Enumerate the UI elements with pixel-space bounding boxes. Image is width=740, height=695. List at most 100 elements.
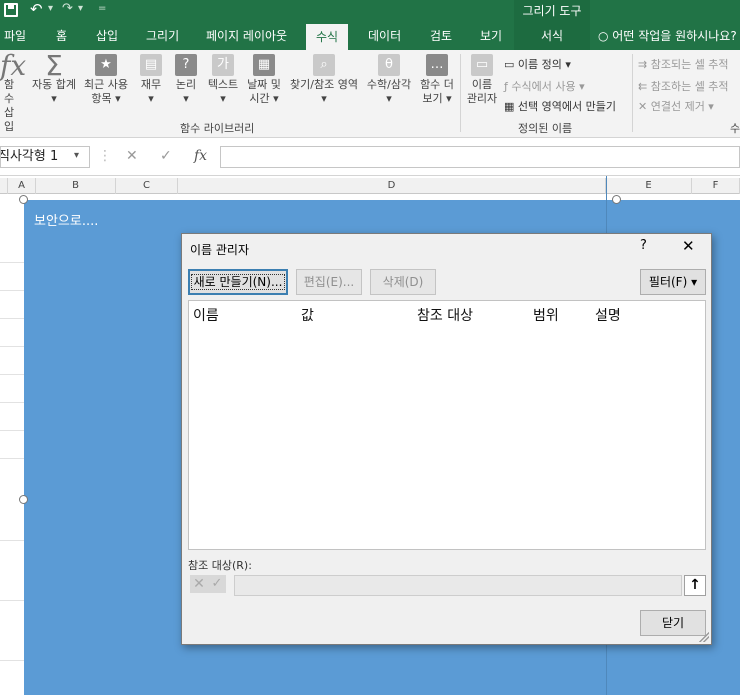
refers-to-label: 참조 대상(R):: [188, 559, 252, 572]
star-icon: ★: [95, 54, 117, 76]
tab-formulas[interactable]: 수식: [306, 24, 349, 50]
grid-icon: ▦: [504, 100, 518, 113]
cancel-edit-icon[interactable]: ✕: [126, 148, 138, 164]
define-name-button[interactable]: ▭ 이름 정의 ▾: [504, 56, 571, 72]
select-all-corner[interactable]: [0, 178, 8, 194]
gridline: [0, 346, 24, 347]
formula-input[interactable]: [220, 146, 740, 168]
trace-dependents-button[interactable]: ⇇ 참조하는 셀 추적: [638, 78, 729, 94]
name-manager-button[interactable]: ▭ 이름 관리자: [462, 54, 502, 106]
tab-home[interactable]: 홈: [56, 22, 67, 50]
magnifier-icon: ⌕: [313, 54, 335, 76]
insert-function-button[interactable]: fx 함수 삽입: [0, 50, 27, 134]
column-header-f[interactable]: F: [692, 178, 740, 194]
redo-dropdown-icon[interactable]: ▾: [78, 3, 83, 14]
undo-icon[interactable]: ↶: [30, 0, 43, 18]
logical-button[interactable]: ? 논리 ▾: [172, 54, 200, 106]
resize-handle-top-middle[interactable]: [612, 195, 621, 204]
list-header-name[interactable]: 이름: [193, 305, 219, 325]
recently-used-button[interactable]: ★ 최근 사용 항목 ▾: [80, 54, 132, 106]
dialog-title: 이름 관리자: [190, 243, 250, 257]
gridline: [0, 262, 24, 263]
close-button[interactable]: 닫기: [640, 610, 706, 636]
tab-format[interactable]: 서식: [514, 22, 590, 50]
gridline: [0, 290, 24, 291]
remove-arrows-button[interactable]: ✕ 연결선 제거 ▾: [638, 98, 714, 114]
filter-button[interactable]: 필터(F) ▾: [640, 269, 706, 295]
tab-view[interactable]: 보기: [480, 22, 502, 50]
gridline: [0, 660, 24, 661]
text-icon: 가: [212, 54, 234, 76]
name-tag-icon: ▭: [471, 54, 493, 76]
financial-icon: ▤: [140, 54, 162, 76]
autosum-button[interactable]: Σ 자동 합계 ▾: [28, 52, 80, 106]
trace-dependents-icon: ⇇: [638, 80, 651, 93]
tab-page-layout[interactable]: 페이지 레이아웃: [206, 22, 287, 50]
column-header-b[interactable]: B: [36, 178, 116, 194]
gridline: [0, 600, 24, 601]
fx-icon[interactable]: fx: [194, 148, 207, 164]
column-header-a[interactable]: A: [8, 178, 36, 194]
tab-data[interactable]: 데이터: [368, 22, 401, 50]
ellipsis-icon: …: [426, 54, 448, 76]
gridline: [0, 540, 24, 541]
use-in-formula-button[interactable]: ƒ 수식에서 사용 ▾: [504, 78, 585, 94]
column-header-c[interactable]: C: [116, 178, 178, 194]
help-icon[interactable]: ?: [640, 238, 647, 253]
tab-review[interactable]: 검토: [430, 22, 452, 50]
question-icon: ?: [175, 54, 197, 76]
redo-icon[interactable]: ↷: [62, 1, 73, 16]
list-header-value[interactable]: 값: [301, 305, 314, 325]
list-header-comment[interactable]: 설명: [595, 305, 621, 325]
shape-text[interactable]: 보안으로....: [34, 210, 98, 229]
tab-draw[interactable]: 그리기: [146, 22, 179, 50]
name-manager-dialog: 이름 관리자 ? ✕ 새로 만들기(N)... 편집(E)... 삭제(D) 필…: [181, 233, 712, 645]
refers-to-confirm-icon[interactable]: ✓: [208, 575, 226, 593]
new-name-button[interactable]: 새로 만들기(N)...: [188, 269, 288, 295]
names-list[interactable]: 이름 값 참조 대상 범위 설명: [188, 300, 706, 550]
tab-insert[interactable]: 삽입: [96, 22, 118, 50]
more-functions-button[interactable]: … 함수 더 보기 ▾: [416, 54, 458, 106]
list-header-scope[interactable]: 범위: [533, 305, 559, 325]
title-bar: ↶ ▾ ↷ ▾ = 그리기 도구: [0, 0, 740, 22]
create-from-selection-button[interactable]: ▦ 선택 영역에서 만들기: [504, 98, 616, 114]
tell-me-box[interactable]: ○ 어떤 작업을 원하시나요?: [598, 22, 737, 50]
text-functions-button[interactable]: 가 텍스트 ▾: [204, 54, 242, 106]
date-time-button[interactable]: ▦ 날짜 및 시간 ▾: [242, 54, 286, 106]
trace-precedents-icon: ⇉: [638, 58, 651, 71]
delete-name-button[interactable]: 삭제(D): [370, 269, 436, 295]
drawing-tools-context-title: 그리기 도구: [514, 0, 590, 22]
collapse-dialog-icon[interactable]: ↑: [684, 575, 706, 596]
group-label-function-library: 함수 라이브러리: [180, 122, 255, 135]
save-icon[interactable]: [4, 3, 18, 17]
remove-arrows-icon: ✕: [638, 100, 651, 113]
tag-icon: ▭: [504, 58, 518, 71]
list-header-refers-to[interactable]: 참조 대상: [417, 305, 473, 325]
math-trig-button[interactable]: θ 수학/삼각 ▾: [362, 54, 416, 106]
calendar-icon: ▦: [253, 54, 275, 76]
ribbon-separator: [632, 54, 633, 132]
refers-to-input[interactable]: [234, 575, 682, 596]
enter-edit-icon[interactable]: ✓: [160, 148, 172, 164]
financial-button[interactable]: ▤ 재무 ▾: [136, 54, 166, 106]
resize-handle-left-middle[interactable]: [19, 495, 28, 504]
formula-bar: 직사각형 1 ▾ ⋮ ✕ ✓ fx: [0, 138, 740, 176]
undo-dropdown-icon[interactable]: ▾: [48, 3, 53, 14]
gridline: [0, 374, 24, 375]
column-header-e[interactable]: E: [606, 178, 692, 194]
gridline: [0, 402, 24, 403]
trace-precedents-button[interactable]: ⇉ 참조되는 셀 추적: [638, 56, 729, 72]
resize-grip-icon[interactable]: [699, 632, 709, 642]
tab-file[interactable]: 파일: [4, 22, 26, 50]
fx-icon: fx: [0, 50, 27, 82]
edit-name-button[interactable]: 편집(E)...: [296, 269, 362, 295]
close-icon[interactable]: ✕: [682, 237, 695, 255]
refers-to-cancel-icon[interactable]: ✕: [190, 575, 208, 593]
name-box-dropdown-icon[interactable]: ▾: [74, 150, 79, 161]
lookup-reference-button[interactable]: ⌕ 찾기/참조 영역 ▾: [286, 54, 362, 106]
column-header-d[interactable]: D: [178, 178, 606, 194]
resize-handle-top-left[interactable]: [19, 195, 28, 204]
group-label-defined-names: 정의된 이름: [518, 122, 573, 135]
customize-qat-icon[interactable]: =: [98, 3, 106, 14]
ribbon-tabs: 파일 홈 삽입 그리기 페이지 레이아웃 수식 데이터 검토 보기 서식 ○ 어…: [0, 22, 740, 50]
